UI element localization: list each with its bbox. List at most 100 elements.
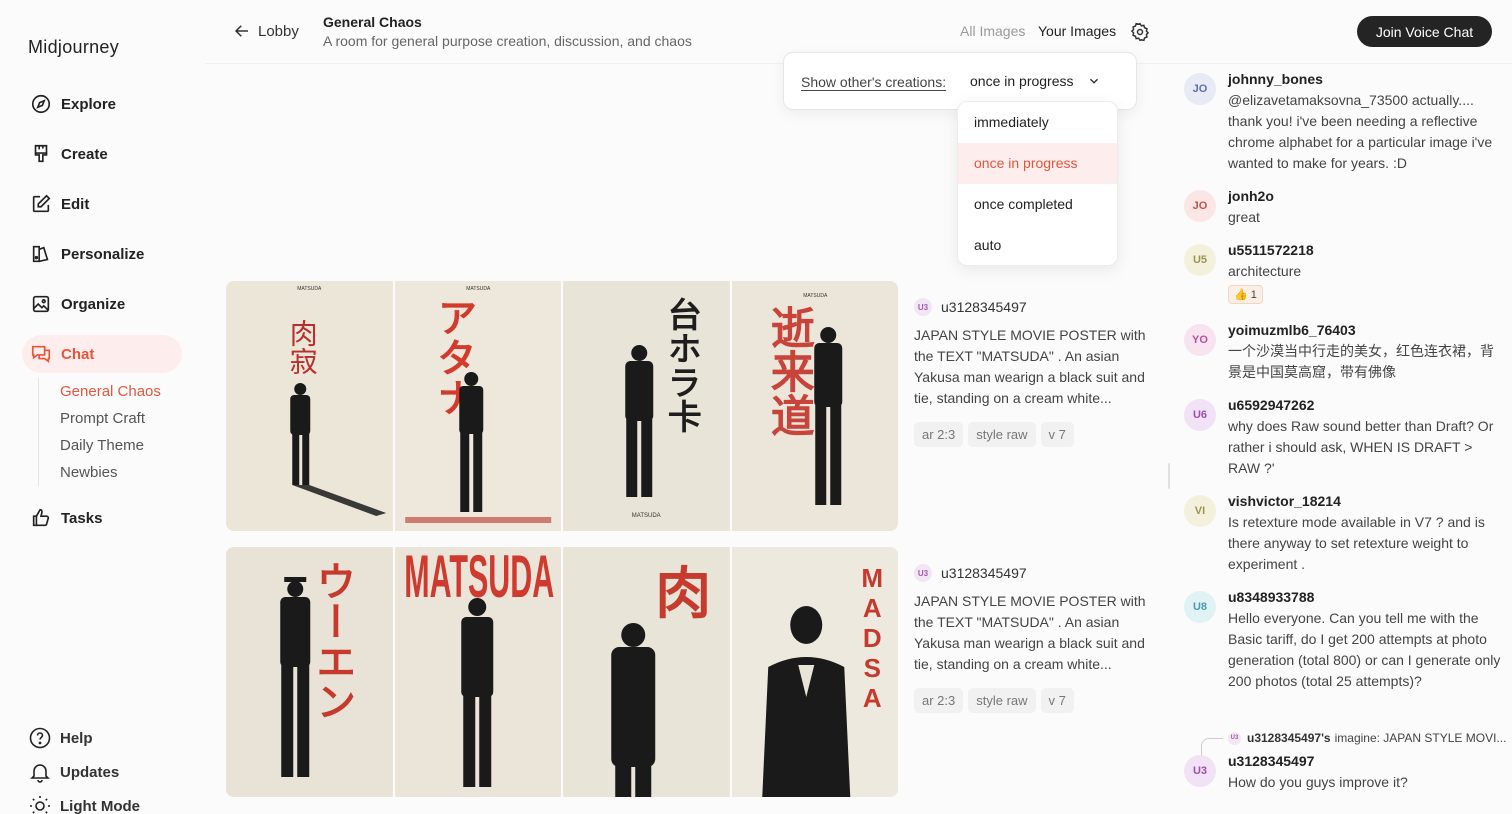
- sidebar: Midjourney Explore Create Edit Personali…: [0, 0, 205, 814]
- image-icon: [32, 295, 50, 313]
- resize-handle[interactable]: [1168, 463, 1170, 489]
- username[interactable]: yoimuzmlb6_76403: [1228, 320, 1504, 341]
- join-voice-chat-button[interactable]: Join Voice Chat: [1357, 16, 1492, 47]
- poster-image: MADSA: [731, 547, 898, 797]
- your-images-tab[interactable]: Your Images: [1038, 23, 1116, 39]
- nav-organize-label: Organize: [61, 295, 126, 313]
- reaction-thumbs-up[interactable]: 👍 1: [1228, 285, 1263, 304]
- option-immediately[interactable]: immediately: [958, 102, 1117, 143]
- image-grid-row: MATSUDA 肉寂 MATSUDA アタナ 台ホラ卡 MATSUDA MATS…: [226, 281, 898, 531]
- message-text: why does Raw sound better than Draft? Or…: [1228, 418, 1494, 476]
- reply-reference[interactable]: U3 u3128345497's imagine: JAPAN STYLE MO…: [1228, 731, 1506, 745]
- prompt-text[interactable]: JAPAN STYLE MOVIE POSTER with the TEXT "…: [914, 591, 1154, 675]
- creator[interactable]: U3 u3128345497: [914, 297, 1154, 317]
- generated-image[interactable]: MATSUDA 肉寂: [226, 281, 393, 531]
- help-link[interactable]: Help: [28, 724, 93, 752]
- nav-create[interactable]: Create: [22, 135, 182, 173]
- poster-image: MATSUDA: [394, 547, 561, 797]
- username[interactable]: jonh2o: [1228, 186, 1504, 207]
- avatar[interactable]: U3: [1184, 755, 1216, 787]
- generated-image[interactable]: MATSUDA 逝来道: [731, 281, 898, 531]
- option-once-completed[interactable]: once completed: [958, 184, 1117, 225]
- all-images-tab[interactable]: All Images: [960, 23, 1025, 39]
- avatar[interactable]: U6: [1184, 399, 1216, 431]
- username[interactable]: johnny_bones: [1228, 69, 1504, 90]
- username[interactable]: u5511572218: [1228, 240, 1504, 261]
- sun-icon: [30, 796, 50, 814]
- visibility-options-menu: immediately once in progress once comple…: [957, 101, 1118, 266]
- poster-title-text: ウーエン: [310, 561, 354, 721]
- nav-chat[interactable]: Chat: [22, 335, 182, 373]
- gear-icon[interactable]: [1130, 22, 1150, 42]
- generated-image[interactable]: 肉: [563, 547, 730, 797]
- message-text: great: [1228, 209, 1260, 225]
- room-newbies[interactable]: Newbies: [60, 459, 161, 486]
- back-to-lobby[interactable]: Lobby: [233, 22, 299, 40]
- param-tag[interactable]: ar 2:3: [914, 688, 964, 713]
- chevron-down-icon: [1089, 78, 1098, 84]
- username[interactable]: u6592947262: [1228, 395, 1504, 416]
- param-tag[interactable]: style raw: [968, 688, 1036, 713]
- generated-image[interactable]: MATSUDA アタナ: [394, 281, 561, 531]
- room-general-chaos[interactable]: General Chaos: [60, 378, 161, 405]
- username[interactable]: u3128345497: [1228, 751, 1504, 772]
- brand-logo[interactable]: Midjourney: [28, 37, 119, 58]
- message-text: Hello everyone. Can you tell me with the…: [1228, 610, 1501, 689]
- avatar[interactable]: U5: [1184, 244, 1216, 276]
- avatar[interactable]: JO: [1184, 190, 1216, 222]
- poster-top-text: MATSUDA: [297, 286, 322, 292]
- nav-tasks[interactable]: Tasks: [22, 499, 182, 537]
- poster-bottom-text: MATSUDA: [632, 513, 661, 519]
- creations-visibility-select[interactable]: once in progress: [970, 73, 1101, 89]
- reply-text: imagine: JAPAN STYLE MOVI...: [1334, 731, 1507, 745]
- creator-name: u3128345497: [941, 565, 1027, 581]
- generated-image[interactable]: MADSA: [731, 547, 898, 797]
- avatar: U3: [914, 298, 932, 316]
- nav-personalize[interactable]: Personalize: [22, 235, 182, 273]
- poster-title-text: 逝来道: [763, 305, 814, 437]
- avatar[interactable]: U8: [1184, 591, 1216, 623]
- creator[interactable]: U3 u3128345497: [914, 563, 1154, 583]
- avatar[interactable]: JO: [1184, 73, 1216, 105]
- updates-link[interactable]: Updates: [28, 758, 119, 786]
- poster-title-text: 肉: [655, 562, 711, 625]
- param-tag[interactable]: ar 2:3: [914, 422, 964, 447]
- nav-organize[interactable]: Organize: [22, 285, 182, 323]
- selected-option: once in progress: [970, 73, 1074, 89]
- room-prompt-craft[interactable]: Prompt Craft: [60, 405, 161, 432]
- generated-image[interactable]: 台ホラ卡 MATSUDA: [563, 281, 730, 531]
- prompt-text[interactable]: JAPAN STYLE MOVIE POSTER with the TEXT "…: [914, 325, 1154, 409]
- username[interactable]: vishvictor_18214: [1228, 491, 1504, 512]
- chat-message: U8 u8348933788 Hello everyone. Can you t…: [1184, 587, 1504, 692]
- option-auto[interactable]: auto: [958, 225, 1117, 265]
- message-text: architecture: [1228, 263, 1302, 279]
- avatar[interactable]: VI: [1184, 495, 1216, 527]
- room-daily-theme[interactable]: Daily Theme: [60, 432, 161, 459]
- generated-image[interactable]: MATSUDA: [394, 547, 561, 797]
- creation-meta: U3 u3128345497 JAPAN STYLE MOVIE POSTER …: [914, 563, 1154, 713]
- light-mode-toggle[interactable]: Light Mode: [28, 792, 140, 814]
- nav-explore[interactable]: Explore: [22, 85, 182, 123]
- message-text: 一个沙漠当中行走的美女，红色连衣裙，背景是中国莫高窟，带有佛像: [1228, 343, 1494, 380]
- poster-top-text: MATSUDA: [803, 293, 828, 299]
- poster-image: MATSUDA 逝来道: [731, 281, 898, 531]
- nav-create-label: Create: [61, 145, 108, 163]
- generated-image[interactable]: ウーエン: [226, 547, 393, 797]
- param-tag[interactable]: v 7: [1040, 422, 1074, 447]
- image-grid-row: ウーエン MATSUDA 肉 MADSA: [226, 547, 898, 797]
- avatar[interactable]: YO: [1184, 324, 1216, 356]
- poster-image: ウーエン: [226, 547, 393, 797]
- avatar: U3: [1228, 731, 1241, 745]
- avatar: U3: [914, 564, 932, 582]
- username[interactable]: u8348933788: [1228, 587, 1504, 608]
- param-tag[interactable]: style raw: [968, 422, 1036, 447]
- param-tag[interactable]: v 7: [1040, 688, 1074, 713]
- nav-explore-label: Explore: [61, 95, 117, 113]
- chat-message: YO yoimuzmlb6_76403 一个沙漠当中行走的美女，红色连衣裙，背景…: [1184, 320, 1504, 383]
- option-once-in-progress[interactable]: once in progress: [958, 143, 1117, 184]
- nav-edit[interactable]: Edit: [22, 185, 182, 223]
- chat-message: U3 u3128345497 How do you guys improve i…: [1184, 751, 1504, 793]
- nav-chat-label: Chat: [61, 345, 95, 363]
- poster-title-text: MADSA: [857, 563, 887, 713]
- chat-message: JO johnny_bones @elizavetamaksovna_73500…: [1184, 69, 1504, 174]
